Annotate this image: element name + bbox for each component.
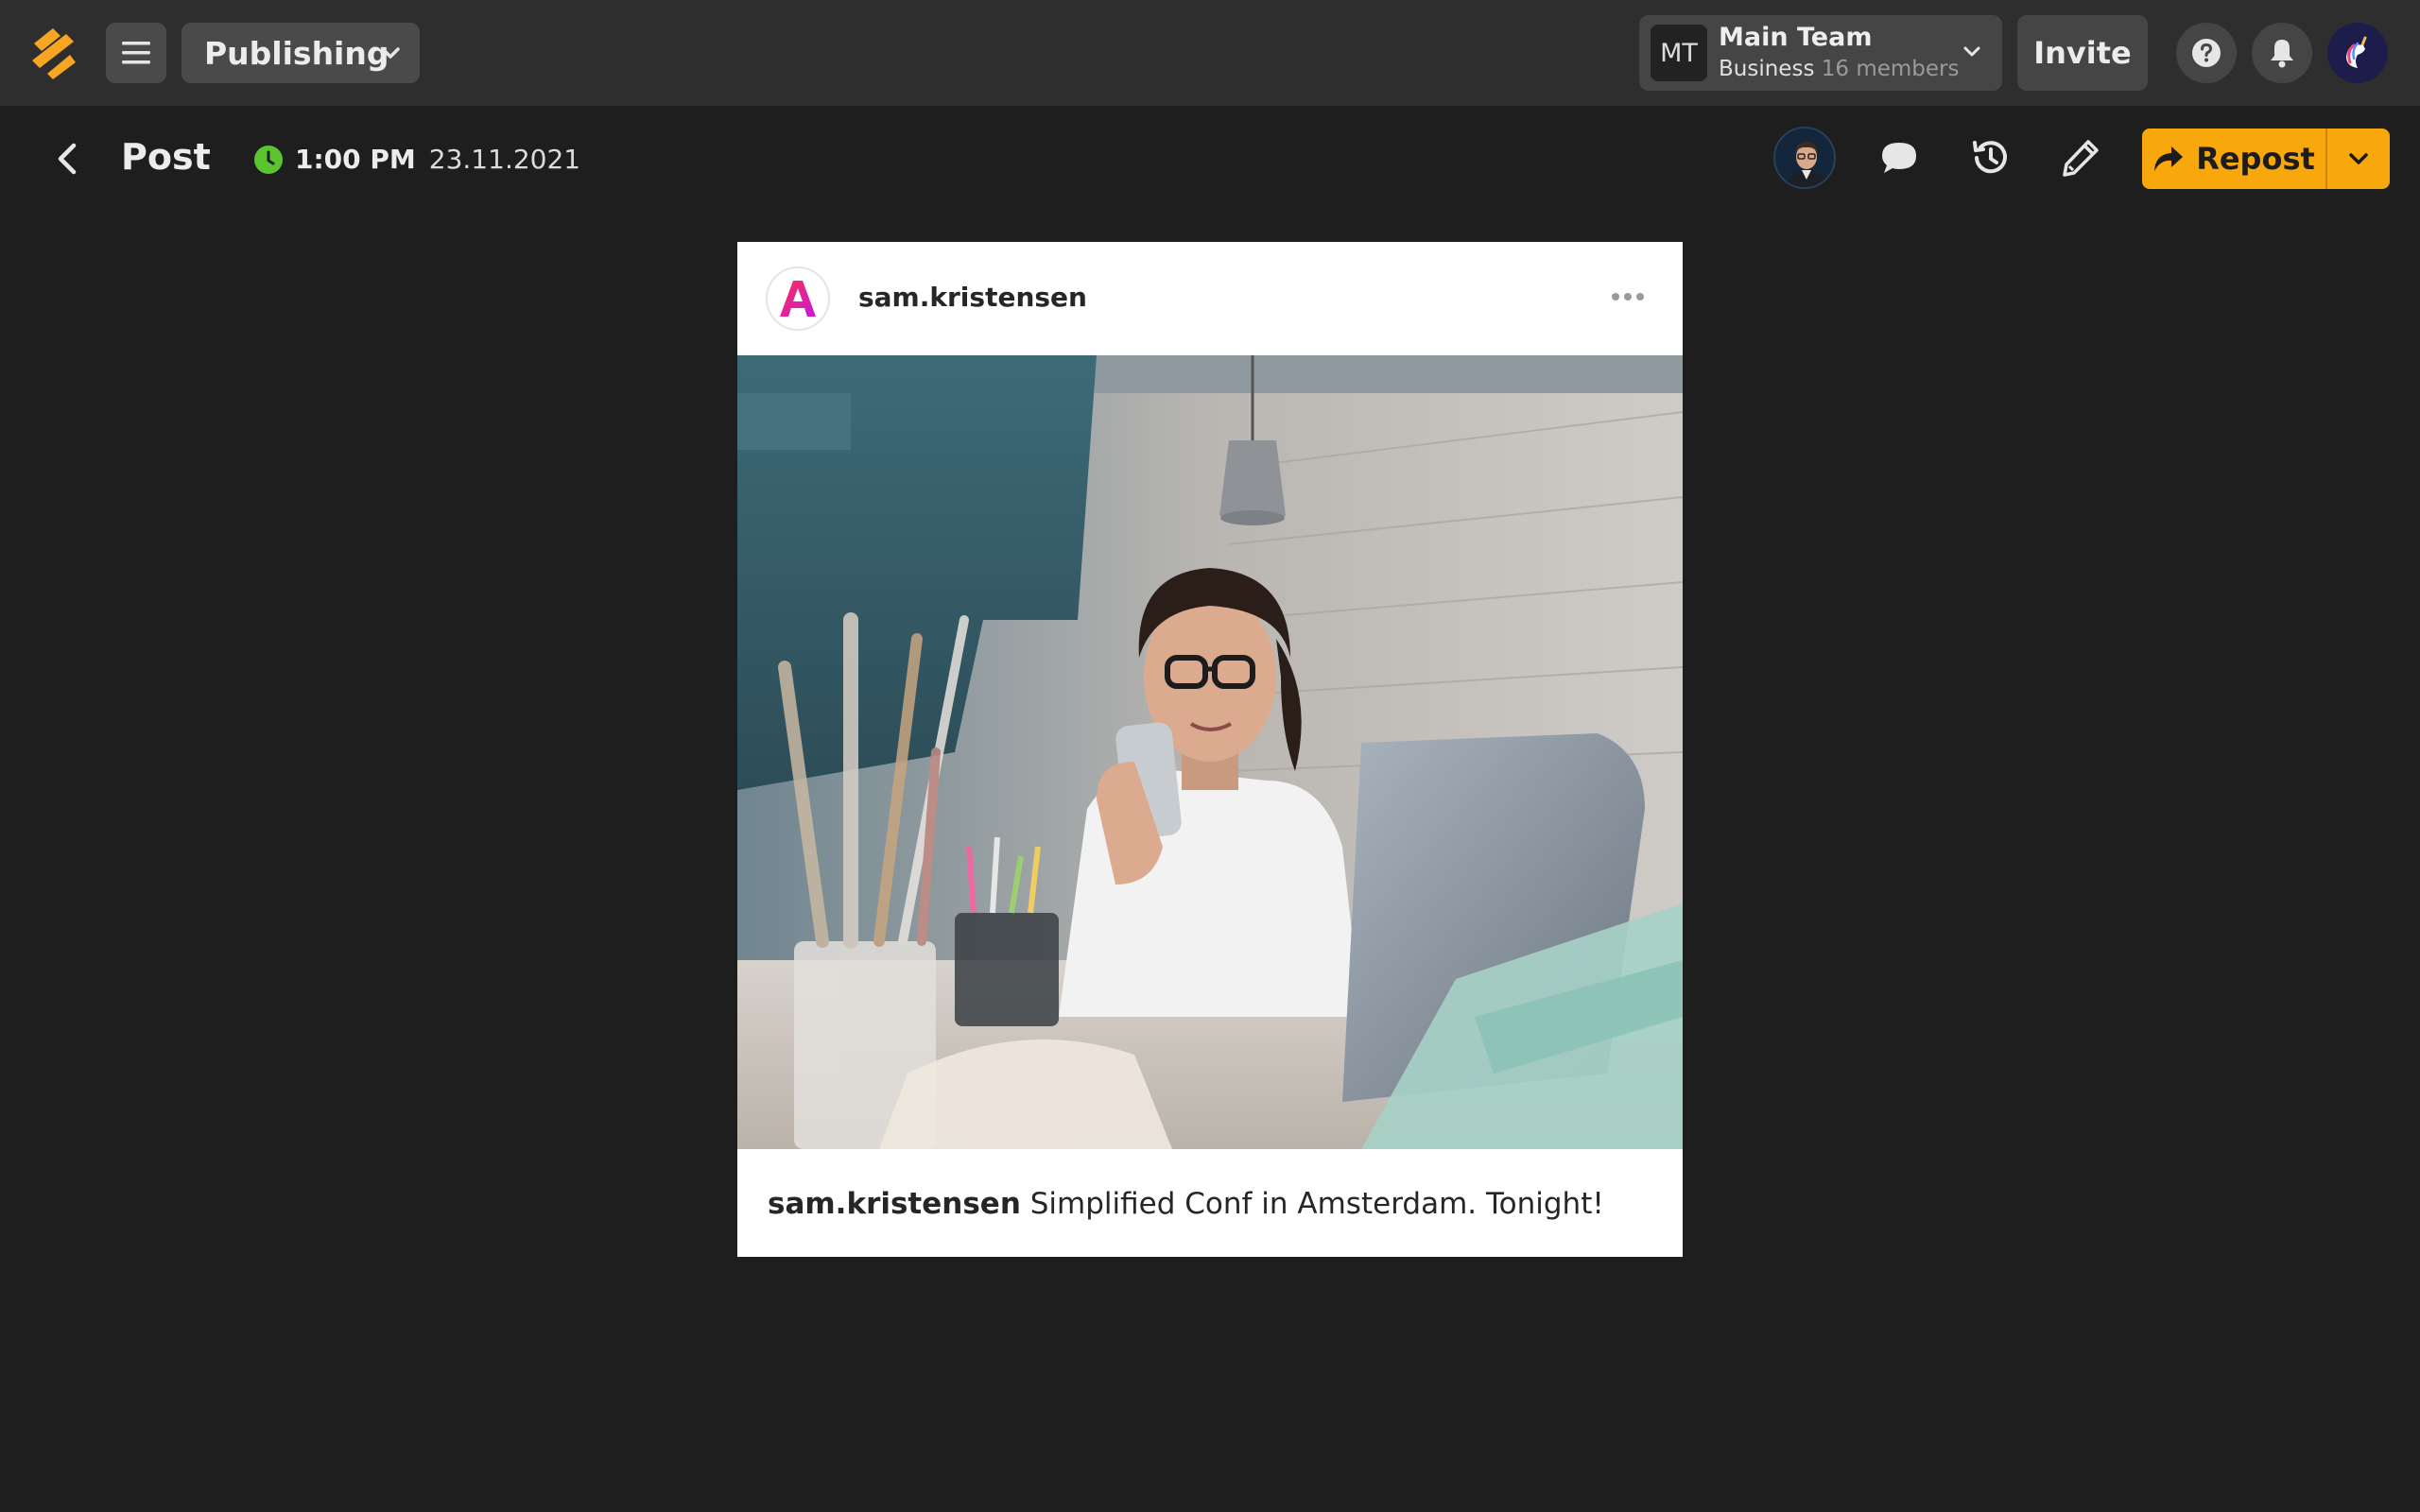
- menu-icon: [122, 42, 150, 64]
- comment-icon: [1882, 143, 1916, 173]
- top-bar: Publishing MT Main Team Business 16 memb…: [0, 0, 2420, 106]
- help-icon: [2192, 39, 2221, 67]
- user-avatar[interactable]: [2327, 23, 2388, 83]
- team-plan: Business 16 members: [1719, 57, 1959, 81]
- logo-icon[interactable]: [28, 25, 79, 81]
- account-logo-icon: [780, 281, 816, 317]
- repost-arrow-icon: [2154, 146, 2184, 171]
- comments-button[interactable]: [1876, 134, 1923, 181]
- clock-icon: [254, 145, 283, 174]
- unicorn-avatar-icon: [2346, 36, 2367, 68]
- repost-button-group: Repost: [2142, 129, 2390, 189]
- post-account-avatar[interactable]: [766, 266, 830, 331]
- team-avatar: MT: [1651, 25, 1707, 81]
- team-selector[interactable]: MT Main Team Business 16 members: [1639, 15, 2002, 91]
- post-username[interactable]: sam.kristensen: [858, 282, 1087, 313]
- post-photo: [737, 355, 1683, 1149]
- chevron-down-icon: [2349, 153, 2368, 164]
- author-portrait: [1775, 129, 1834, 187]
- post-caption: sam.kristensen Simplified Conf in Amster…: [768, 1187, 1604, 1221]
- author-avatar[interactable]: [1773, 127, 1836, 189]
- back-icon[interactable]: [49, 140, 87, 178]
- pencil-icon: [2063, 140, 2099, 177]
- chevron-down-icon: [1963, 46, 1980, 57]
- history-button[interactable]: [1966, 134, 2014, 181]
- page-title: Post: [121, 136, 211, 178]
- caption-text: Simplified Conf in Amsterdam. Tonight!: [1020, 1187, 1604, 1221]
- post-preview-card: sam.kristensen sam.kristensen Simplified…: [737, 242, 1683, 1257]
- workspace-dropdown[interactable]: Publishing: [182, 23, 420, 83]
- post-image[interactable]: [737, 355, 1683, 1149]
- team-name: Main Team: [1719, 23, 1873, 52]
- more-horizontal-icon[interactable]: [1609, 287, 1647, 306]
- team-members-count: 16 members: [1821, 57, 1960, 81]
- invite-button[interactable]: Invite: [2017, 15, 2148, 91]
- workspace-label: Publishing: [204, 34, 389, 72]
- bell-icon: [2271, 40, 2293, 68]
- edit-button[interactable]: [2057, 134, 2104, 181]
- repost-options-button[interactable]: [2327, 129, 2390, 189]
- repost-label: Repost: [2196, 141, 2315, 177]
- scheduled-time: 1:00 PM: [295, 144, 416, 175]
- chevron-down-icon: [381, 47, 400, 59]
- repost-button[interactable]: Repost: [2142, 129, 2327, 189]
- caption-username[interactable]: sam.kristensen: [768, 1187, 1021, 1221]
- post-header: sam.kristensen: [737, 242, 1683, 355]
- schedule-info: 1:00 PM 23.11.2021: [253, 144, 580, 175]
- post-toolbar: Post 1:00 PM 23.11.2021 Repost: [0, 106, 2420, 212]
- history-icon: [1973, 141, 2007, 174]
- team-plan-label: Business: [1719, 57, 1815, 81]
- scheduled-date: 23.11.2021: [428, 144, 581, 175]
- notifications-button[interactable]: [2252, 23, 2312, 83]
- menu-button[interactable]: [106, 23, 166, 83]
- help-button[interactable]: [2176, 23, 2237, 83]
